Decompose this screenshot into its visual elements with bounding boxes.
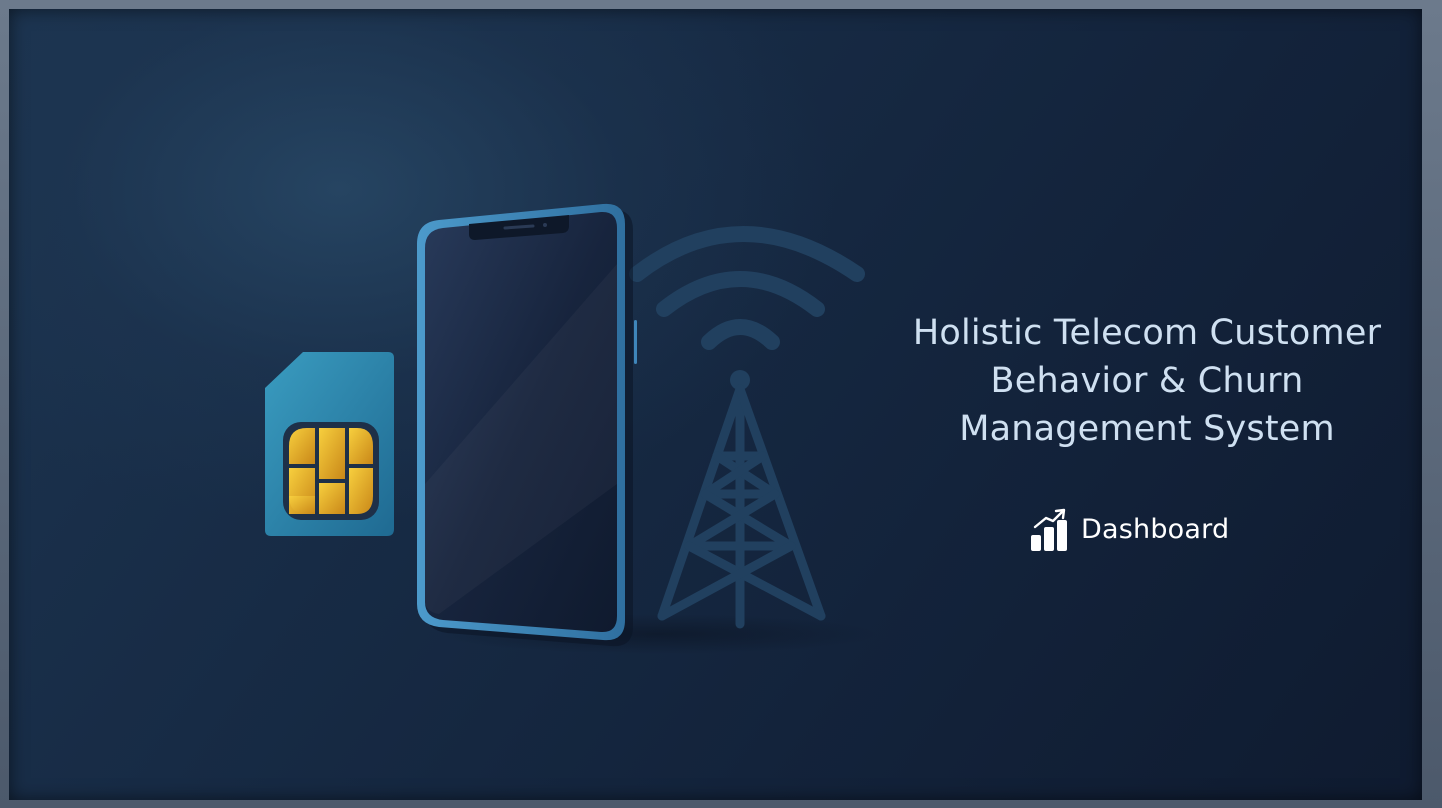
hero-illustration xyxy=(265,203,879,654)
dashboard-label: Dashboard xyxy=(1081,513,1230,545)
bar-chart-trend-icon xyxy=(1031,508,1067,551)
wifi-signal-icon xyxy=(629,226,865,350)
smartphone-icon xyxy=(417,203,637,647)
landing-panel: Holistic Telecom Customer Behavior & Chu… xyxy=(9,9,1422,800)
sim-card-icon xyxy=(265,352,394,536)
dashboard-button[interactable]: Dashboard xyxy=(1031,506,1229,552)
cell-tower-icon xyxy=(657,370,826,629)
window-frame: Holistic Telecom Customer Behavior & Chu… xyxy=(0,0,1442,808)
app-title: Holistic Telecom Customer Behavior & Chu… xyxy=(912,313,1382,449)
